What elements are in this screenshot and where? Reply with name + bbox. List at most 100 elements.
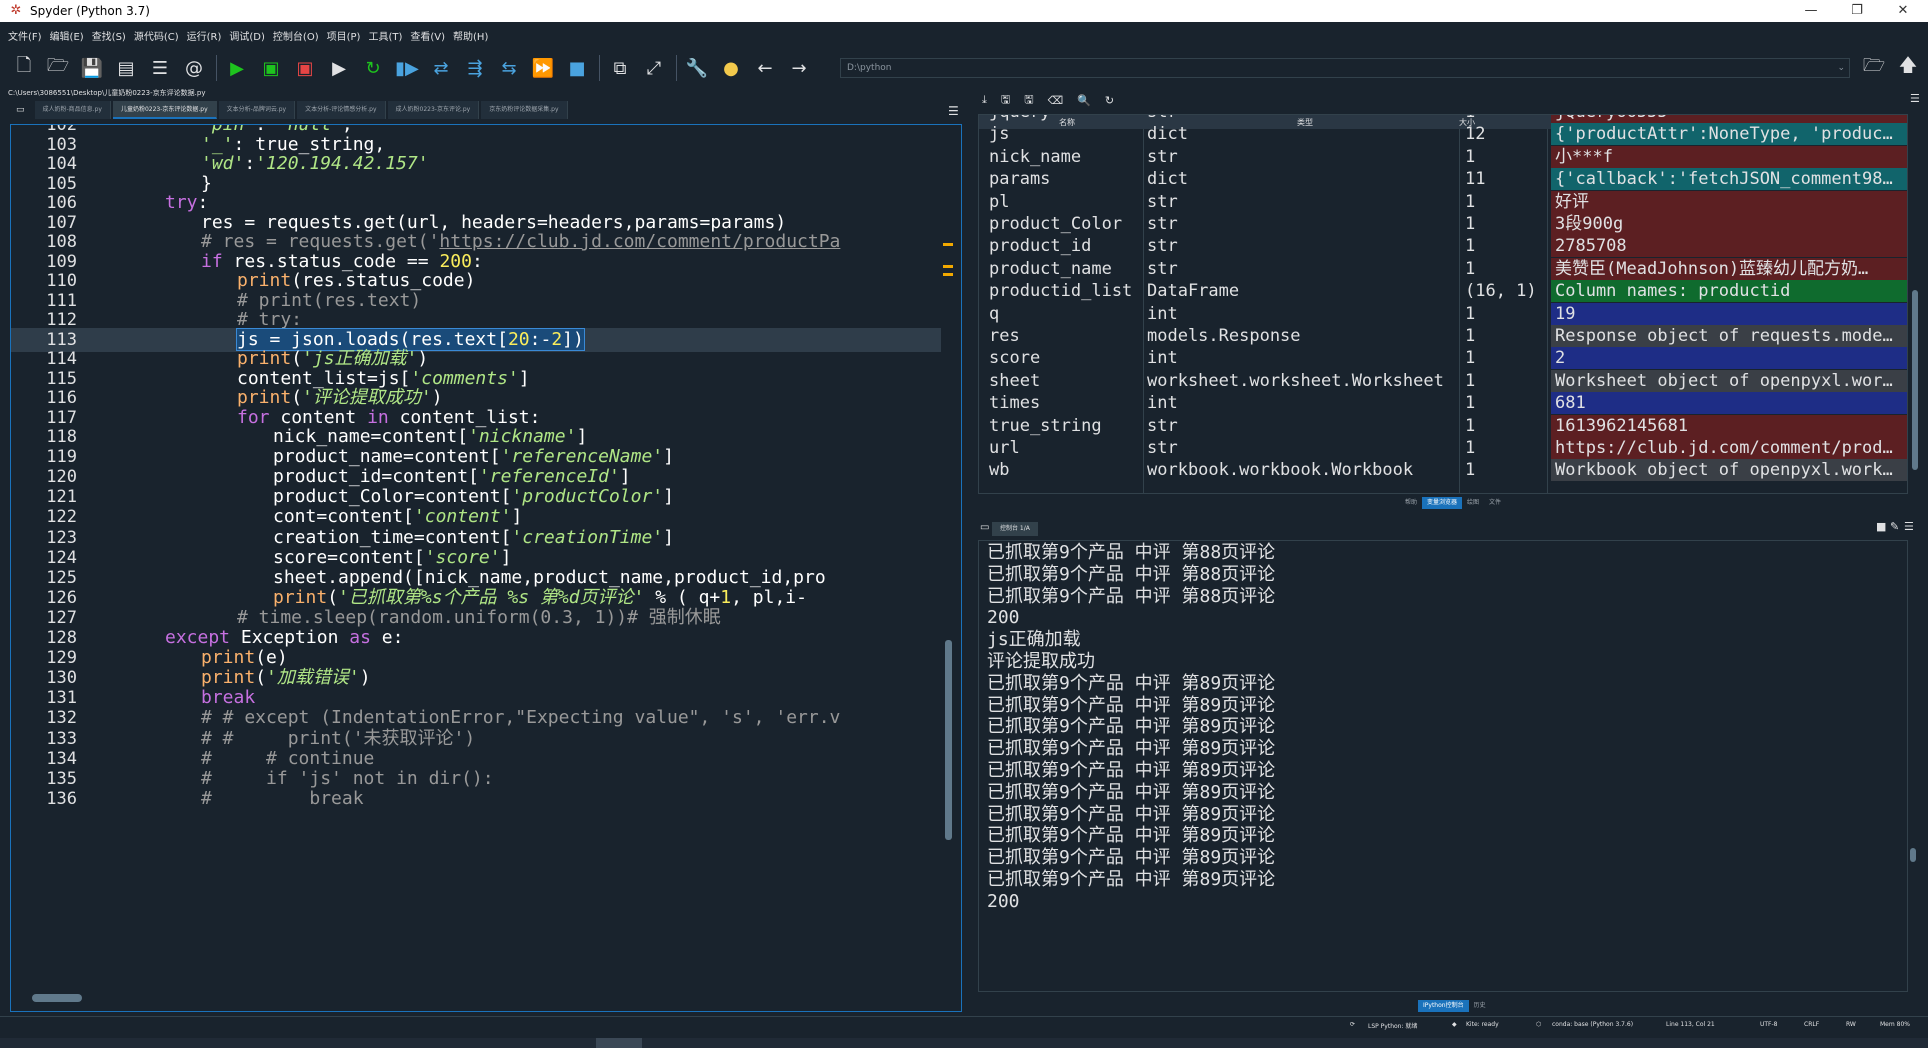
step-return-icon[interactable]: ⇆ [495, 54, 523, 82]
stop-kernel-icon[interactable]: ■ [1876, 520, 1886, 533]
tab-plots[interactable]: 绘图 [1462, 497, 1484, 509]
maximize-icon[interactable]: ⧉ [606, 54, 634, 82]
save-data-icon[interactable]: 🖫 [1001, 91, 1010, 110]
browse-folder-icon[interactable]: 🗁 [1860, 54, 1888, 82]
save-icon[interactable]: 💾 [78, 54, 106, 82]
parent-directory-icon[interactable]: 🡅 [1894, 54, 1922, 82]
variable-name: true_string [989, 415, 1102, 436]
console-tab[interactable]: 控制台 1/A [992, 522, 1038, 536]
fullscreen-icon[interactable]: ⤢ [640, 54, 668, 82]
menu-search[interactable]: 查找(S) [92, 28, 126, 43]
save-as-icon[interactable]: 🖫 [1024, 91, 1033, 110]
variable-size: 1 [1465, 370, 1476, 391]
tab-history[interactable]: 历史 [1469, 1000, 1491, 1012]
console-line: 已抓取第9个产品 中评 第88页评论 [987, 585, 1276, 607]
variable-row[interactable]: true_string str 1 1613962145681 [979, 414, 1907, 437]
variable-explorer-table[interactable]: 名称 类型 大小 值 jquerystr1jQuery66555jsdict12… [978, 114, 1908, 494]
minimize-button[interactable]: — [1788, 0, 1834, 22]
editor-horizontal-scrollbar[interactable] [32, 994, 82, 1002]
forward-icon[interactable]: → [785, 54, 813, 82]
tab-files[interactable]: 文件 [1484, 497, 1506, 509]
back-icon[interactable]: ← [751, 54, 779, 82]
editor-tab[interactable]: 文本分析-品牌词云.py [218, 101, 296, 119]
variable-size: 1 [1465, 393, 1476, 414]
variable-value: {'callback':'fetchJSON_comment98… [1551, 168, 1907, 191]
menu-help[interactable]: 帮助(H) [453, 28, 488, 43]
variable-explorer-scrollbar[interactable] [1912, 290, 1918, 470]
code-editor[interactable]: 102'pin': 'null', 103 '_': true_string, 104… [10, 124, 962, 1012]
menu-view[interactable]: 查看(V) [410, 28, 445, 43]
menu-tools[interactable]: 工具(T) [368, 28, 402, 43]
variable-row[interactable]: wb workbook.workbook.Workbook 1 Workbook ob… [979, 459, 1907, 482]
variable-row[interactable]: js dict 12 {'productAttr':NoneType, 'produc… [979, 123, 1907, 146]
variable-row[interactable]: product_Color str 1 3段900g [979, 213, 1907, 235]
code-line[interactable]: 136 # break [11, 787, 941, 811]
tab-variable-explorer[interactable]: 变量浏览器 [1422, 497, 1463, 509]
open-file-icon[interactable]: 🗁 [44, 54, 72, 82]
variable-row[interactable]: product_name str 1 美赞臣(MeadJohnson)蓝臻幼儿配方奶… [979, 257, 1907, 280]
editor-tab-active[interactable]: 儿童奶粉0223-京东评论数据.py [112, 101, 217, 119]
variable-row[interactable]: productid_list DataFrame (16, 1) Column nam… [979, 280, 1907, 303]
working-directory-value: D:\python [847, 63, 892, 73]
variable-row[interactable]: product_id str 1 2785708 [979, 235, 1907, 258]
new-file-icon[interactable]: 🗋 [10, 54, 38, 82]
rerun-icon[interactable]: ↻ [359, 54, 387, 82]
editor-tab[interactable]: 文本分析-评论情感分析.py [297, 101, 386, 119]
at-icon[interactable]: @ [180, 54, 208, 82]
taskbar-active-app[interactable] [596, 1038, 642, 1048]
chevron-down-icon[interactable]: ⌄ [1837, 59, 1845, 77]
variable-row[interactable]: nick_name str 1 小***f [979, 145, 1907, 168]
menu-debug[interactable]: 调试(D) [229, 28, 265, 43]
variable-row[interactable]: url str 1 https://club.jd.com/comment/prod… [979, 437, 1907, 459]
variable-row[interactable]: params dict 11 {'callback':'fetchJSON_comme… [979, 168, 1907, 191]
menu-run[interactable]: 运行(R) [187, 28, 222, 43]
menu-projects[interactable]: 项目(P) [327, 28, 361, 43]
stop-icon[interactable]: ■ [563, 54, 591, 82]
menu-consoles[interactable]: 控制台(O) [273, 28, 319, 43]
run-cell-icon[interactable]: ▣ [257, 54, 285, 82]
save-all-icon[interactable]: ▤ [112, 54, 140, 82]
edit-icon[interactable]: ✎ [1890, 520, 1899, 533]
continue-icon[interactable]: ⏩ [529, 54, 557, 82]
maximize-button[interactable]: ❐ [1834, 0, 1880, 22]
tab-help[interactable]: 帮助 [1400, 497, 1422, 509]
editor-tab[interactable]: 成人奶粉-商品信息.py [34, 101, 111, 119]
wrench-icon[interactable]: 🔧 [683, 54, 711, 82]
variable-size: 11 [1465, 169, 1486, 190]
debug-icon[interactable]: ▮▶ [393, 54, 421, 82]
variable-row[interactable]: times int 1 681 [979, 392, 1907, 415]
options-menu-icon[interactable]: ☰ [948, 104, 959, 118]
variable-row[interactable]: sheet worksheet.worksheet.Worksheet 1 Works… [979, 369, 1907, 392]
run-icon[interactable]: ▶ [223, 54, 251, 82]
working-directory-field[interactable]: D:\python ⌄ [840, 58, 1850, 78]
tab-ipython-console[interactable]: IPython控制台 [1418, 1000, 1469, 1012]
close-button[interactable]: ✕ [1880, 0, 1926, 22]
variable-row[interactable]: pl str 1 好评 [979, 190, 1907, 213]
options-menu-icon[interactable]: ☰ [1910, 92, 1920, 105]
menu-edit[interactable]: 编辑(E) [50, 28, 84, 43]
browse-tabs-icon[interactable]: ▭ [8, 101, 33, 119]
variable-row[interactable]: jquery str1 jQuery66555 [979, 115, 1907, 123]
editor-tab[interactable]: 京东奶粉评论数据采集.py [481, 101, 568, 119]
browse-tabs-icon[interactable]: ▭ [980, 522, 989, 533]
options-menu-icon[interactable]: ☰ [1904, 520, 1914, 533]
menu-file[interactable]: 文件(F) [8, 28, 42, 43]
console-scrollbar[interactable] [1910, 848, 1916, 862]
step-into-icon[interactable]: ⇶ [461, 54, 489, 82]
variable-row[interactable]: q int 1 19 [979, 302, 1907, 325]
variable-row[interactable]: score int 1 2 [979, 347, 1907, 370]
python-icon[interactable]: ● [717, 54, 745, 82]
editor-tab[interactable]: 成人奶粉0223-京东评论.py [387, 101, 480, 119]
variable-row[interactable]: res models.Response 1 Response object of re… [979, 325, 1907, 347]
outline-icon[interactable]: ☰ [146, 54, 174, 82]
search-icon[interactable]: 🔍 [1077, 94, 1091, 107]
ipython-console[interactable]: 已抓取第9个产品 中评 第88页评论 已抓取第9个产品 中评 第88页评论 已抓取第… [978, 540, 1908, 992]
run-selection-icon[interactable]: ▶ [325, 54, 353, 82]
import-data-icon[interactable]: ⤓ [982, 93, 987, 107]
run-cell-advance-icon[interactable]: ▣ [291, 54, 319, 82]
editor-vertical-scrollbar[interactable] [945, 640, 952, 840]
refresh-icon[interactable]: ↻ [1105, 94, 1114, 107]
step-icon[interactable]: ⇄ [427, 54, 455, 82]
menu-source[interactable]: 源代码(C) [134, 28, 179, 43]
remove-all-icon[interactable]: ⌫ [1048, 94, 1064, 107]
